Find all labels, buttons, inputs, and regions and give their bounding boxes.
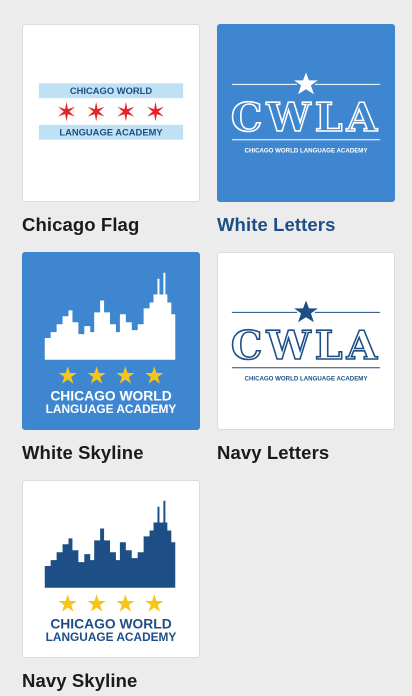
logo-line-2: LANGUAGE ACADEMY: [59, 127, 163, 138]
chicago-flag-logo: CHICAGO WORLD ✶ ✶ ✶ ✶ LANGUAGE ACADEMY: [38, 83, 184, 140]
logo-caption[interactable]: White Skyline: [22, 442, 200, 464]
skyline-shape: [44, 272, 176, 360]
logo-option-white-letters[interactable]: CWLA CHICAGO WORLD LANGUAGE ACADEMY Whit…: [217, 24, 395, 236]
logo-caption[interactable]: Navy Skyline: [22, 670, 200, 692]
logo-subline: CHICAGO WORLD LANGUAGE ACADEMY: [245, 148, 368, 155]
logo-thumbnail[interactable]: CWLA CHICAGO WORLD LANGUAGE ACADEMY: [217, 252, 395, 430]
logo-line-1: CHICAGO WORLD: [50, 387, 171, 403]
white-letters-logo: CWLA CHICAGO WORLD LANGUAGE ACADEMY: [230, 72, 381, 155]
logo-line-2: LANGUAGE ACADEMY: [46, 402, 177, 416]
logo-subline: CHICAGO WORLD LANGUAGE ACADEMY: [245, 376, 368, 383]
logo-line-2: LANGUAGE ACADEMY: [46, 630, 177, 644]
white-skyline-logo: ★ ★ ★ ★ CHICAGO WORLD LANGUAGE ACADEMY: [44, 272, 177, 416]
logo-thumbnail[interactable]: CHICAGO WORLD ✶ ✶ ✶ ✶ LANGUAGE ACADEMY: [22, 24, 200, 202]
logo-line-1: CHICAGO WORLD: [50, 615, 171, 631]
logo-thumbnail[interactable]: ★ ★ ★ ★ CHICAGO WORLD LANGUAGE ACADEMY: [22, 252, 200, 430]
logo-thumbnail[interactable]: CWLA CHICAGO WORLD LANGUAGE ACADEMY: [217, 24, 395, 202]
logo-option-navy-letters[interactable]: CWLA CHICAGO WORLD LANGUAGE ACADEMY Navy…: [217, 252, 395, 464]
navy-skyline-logo: ★ ★ ★ ★ CHICAGO WORLD LANGUAGE ACADEMY: [44, 500, 177, 644]
logo-caption[interactable]: White Letters: [217, 214, 395, 236]
logo-thumbnail[interactable]: ★ ★ ★ ★ CHICAGO WORLD LANGUAGE ACADEMY: [22, 480, 200, 658]
star-icon: [294, 300, 318, 323]
logo-option-navy-skyline[interactable]: ★ ★ ★ ★ CHICAGO WORLD LANGUAGE ACADEMY N…: [22, 480, 200, 692]
logo-line-1: CHICAGO WORLD: [70, 85, 153, 96]
monogram: CWLA: [231, 95, 381, 141]
navy-letters-logo: CWLA CHICAGO WORLD LANGUAGE ACADEMY: [230, 300, 381, 383]
logo-caption[interactable]: Chicago Flag: [22, 214, 200, 236]
skyline-shape: [44, 500, 176, 588]
logo-option-white-skyline[interactable]: ★ ★ ★ ★ CHICAGO WORLD LANGUAGE ACADEMY W…: [22, 252, 200, 464]
logo-option-chicago-flag[interactable]: CHICAGO WORLD ✶ ✶ ✶ ✶ LANGUAGE ACADEMY C…: [22, 24, 200, 236]
yellow-stars: ★ ★ ★ ★: [57, 362, 165, 390]
star-icon: [294, 72, 318, 95]
yellow-stars: ★ ★ ★ ★: [57, 590, 165, 618]
logo-caption[interactable]: Navy Letters: [217, 442, 395, 464]
red-stars: ✶ ✶ ✶ ✶: [56, 98, 167, 128]
monogram: CWLA: [231, 323, 381, 369]
